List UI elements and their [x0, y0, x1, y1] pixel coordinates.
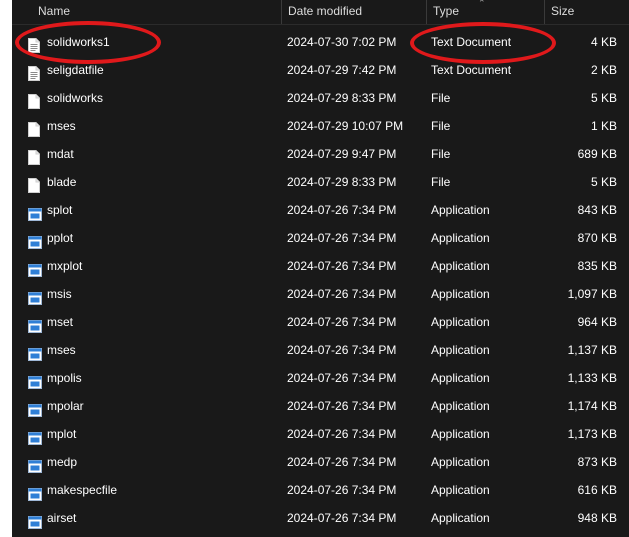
file-name: splot — [47, 203, 73, 217]
file-date-modified: 2024-07-26 7:34 PM — [287, 259, 397, 273]
file-date-modified: 2024-07-26 7:34 PM — [287, 315, 397, 329]
file-type: Application — [431, 259, 490, 273]
file-type: Application — [431, 427, 490, 441]
file-date-modified: 2024-07-26 7:34 PM — [287, 399, 397, 413]
file-size: 948 KB — [577, 511, 617, 525]
file-date-modified: 2024-07-29 8:33 PM — [287, 91, 397, 105]
file-row[interactable]: medp 2024-07-26 7:34 PM Application 873 KB — [12, 448, 629, 476]
file-name: airset — [47, 511, 77, 525]
file-row[interactable]: seligdatfile 2024-07-29 7:42 PM Text Docum… — [12, 56, 629, 84]
file-date-modified: 2024-07-26 7:34 PM — [287, 231, 397, 245]
file-row[interactable]: blade 2024-07-29 8:33 PM File 5 KB — [12, 168, 629, 196]
file-size: 1,097 KB — [567, 287, 617, 301]
file-type: Application — [431, 399, 490, 413]
file-row[interactable]: airset 2024-07-26 7:34 PM Application 948 K… — [12, 504, 629, 532]
file-size: 5 KB — [590, 91, 617, 105]
file-name: msis — [47, 287, 72, 301]
file-date-modified: 2024-07-26 7:34 PM — [287, 287, 397, 301]
column-header-date-modified[interactable]: Date modified — [281, 0, 426, 24]
file-name: mplot — [47, 427, 77, 441]
file-type: Application — [431, 371, 490, 385]
file-type: Application — [431, 203, 490, 217]
file-size: 964 KB — [577, 315, 617, 329]
file-size: 835 KB — [577, 259, 617, 273]
file-date-modified: 2024-07-30 7:02 PM — [287, 35, 397, 49]
file-type: Application — [431, 315, 490, 329]
file-row[interactable]: solidworks1 2024-07-30 7:02 PM Text Docume… — [12, 28, 629, 56]
file-date-modified: 2024-07-26 7:34 PM — [287, 371, 397, 385]
file-name: medp — [47, 455, 78, 469]
file-type: Application — [431, 343, 490, 357]
file-date-modified: 2024-07-26 7:34 PM — [287, 343, 397, 357]
file-name: mxplot — [47, 259, 83, 273]
column-header-size[interactable]: Size — [544, 0, 629, 24]
file-type: File — [431, 119, 451, 133]
file-date-modified: 2024-07-26 7:34 PM — [287, 511, 397, 525]
file-size: 873 KB — [577, 455, 617, 469]
file-name: mses — [47, 343, 76, 357]
file-size: 1,174 KB — [567, 399, 617, 413]
file-row[interactable]: splot 2024-07-26 7:34 PM Application 843 KB — [12, 196, 629, 224]
file-rows: solidworks1 2024-07-30 7:02 PM Text Docume… — [12, 28, 629, 532]
file-size: 870 KB — [577, 231, 617, 245]
file-size: 1,133 KB — [567, 371, 617, 385]
file-date-modified: 2024-07-29 9:47 PM — [287, 147, 397, 161]
file-row[interactable]: pplot 2024-07-26 7:34 PM Application 870 KB — [12, 224, 629, 252]
application-icon — [28, 511, 42, 537]
file-row[interactable]: mpolar 2024-07-26 7:34 PM Application 1,174… — [12, 392, 629, 420]
file-date-modified: 2024-07-26 7:34 PM — [287, 455, 397, 469]
sort-chevron-up-icon: ⌃ — [478, 0, 486, 8]
file-type: Application — [431, 483, 490, 497]
file-row[interactable]: mpolis 2024-07-26 7:34 PM Application 1,133… — [12, 364, 629, 392]
file-row[interactable]: solidworks 2024-07-29 8:33 PM File 5 KB — [12, 84, 629, 112]
file-type: File — [431, 91, 451, 105]
file-row[interactable]: mplot 2024-07-26 7:34 PM Application 1,173 … — [12, 420, 629, 448]
file-size: 843 KB — [577, 203, 617, 217]
file-name: mses — [47, 119, 76, 133]
file-size: 2 KB — [590, 63, 617, 77]
file-name: mpolis — [47, 371, 82, 385]
file-type: Application — [431, 287, 490, 301]
file-size: 689 KB — [577, 147, 617, 161]
file-row[interactable]: mses 2024-07-29 10:07 PM File 1 KB — [12, 112, 629, 140]
file-name: blade — [47, 175, 77, 189]
file-name: mdat — [47, 147, 74, 161]
column-header-bar: Name Date modified Type ⌃ Size — [12, 0, 629, 25]
file-row[interactable]: mxplot 2024-07-26 7:34 PM Application 835 K… — [12, 252, 629, 280]
file-date-modified: 2024-07-26 7:34 PM — [287, 483, 397, 497]
file-date-modified: 2024-07-26 7:34 PM — [287, 203, 397, 217]
file-size: 5 KB — [590, 175, 617, 189]
file-size: 1 KB — [590, 119, 617, 133]
file-size: 1,137 KB — [567, 343, 617, 357]
file-name: pplot — [47, 231, 74, 245]
file-type: Application — [431, 455, 490, 469]
file-type: Text Document — [431, 63, 512, 77]
column-header-name[interactable]: Name — [32, 0, 280, 24]
file-type: File — [431, 147, 451, 161]
file-type: File — [431, 175, 451, 189]
file-size: 1,173 KB — [567, 427, 617, 441]
file-date-modified: 2024-07-29 10:07 PM — [287, 119, 404, 133]
file-date-modified: 2024-07-29 7:42 PM — [287, 63, 397, 77]
file-size: 4 KB — [590, 35, 617, 49]
file-type: Text Document — [431, 35, 512, 49]
file-name: seligdatfile — [47, 63, 104, 77]
file-row[interactable]: makespecfile 2024-07-26 7:34 PM Applicatio… — [12, 476, 629, 504]
file-row[interactable]: mset 2024-07-26 7:34 PM Application 964 KB — [12, 308, 629, 336]
file-date-modified: 2024-07-26 7:34 PM — [287, 427, 397, 441]
file-row[interactable]: msis 2024-07-26 7:34 PM Application 1,097 K… — [12, 280, 629, 308]
file-name: solidworks — [47, 91, 104, 105]
file-type: Application — [431, 231, 490, 245]
file-date-modified: 2024-07-29 8:33 PM — [287, 175, 397, 189]
file-size: 616 KB — [577, 483, 617, 497]
file-name: mset — [47, 315, 74, 329]
file-explorer-list: Name Date modified Type ⌃ Size solidwork… — [12, 0, 629, 537]
file-row[interactable]: mses 2024-07-26 7:34 PM Application 1,137 K… — [12, 336, 629, 364]
file-type: Application — [431, 511, 490, 525]
file-name: solidworks1 — [47, 35, 110, 49]
file-name: makespecfile — [47, 483, 118, 497]
file-row[interactable]: mdat 2024-07-29 9:47 PM File 689 KB — [12, 140, 629, 168]
file-name: mpolar — [47, 399, 84, 413]
